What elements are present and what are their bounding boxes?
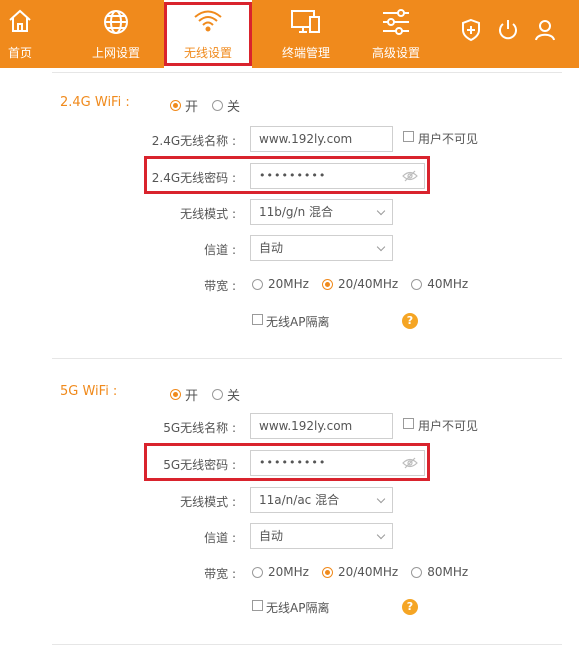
chevron-down-icon	[376, 530, 386, 540]
wifi5-password-value: •••••••••	[259, 456, 327, 469]
wifi24-ap-isolation-label: 无线AP隔离	[266, 315, 330, 329]
wifi24-switch: 开 关	[170, 96, 240, 115]
wifi24-bw-radio-2[interactable]	[411, 278, 423, 290]
home-icon	[9, 9, 31, 32]
wifi5-mode-value: 11a/n/ac 混合	[259, 493, 340, 507]
nav-label-advanced: 高级设置	[371, 46, 420, 60]
nav-item-internet[interactable]: 上网设置	[72, 0, 160, 68]
wifi5-hide-ssid-checkbox[interactable]	[403, 418, 414, 429]
divider	[52, 72, 562, 73]
wifi24-bandwidth-group: 20MHz 20/40MHz 40MHz	[252, 277, 468, 291]
section-title-24g: 2.4G WiFi :	[60, 95, 130, 110]
sliders-icon	[383, 9, 409, 35]
wifi5-off-label: 关	[227, 389, 241, 404]
wifi24-bw-label-1: 20/40MHz	[337, 277, 399, 291]
wifi24-password-label: 2.4G无线密码 :	[151, 171, 236, 185]
wifi24-hide-ssid-label: 用户不可见	[418, 132, 479, 146]
wifi24-channel-value: 自动	[259, 241, 284, 255]
wifi5-on-label: 开	[185, 389, 199, 404]
wifi5-ssid-label: 5G无线名称 :	[163, 421, 236, 435]
wifi24-on-label: 开	[185, 100, 199, 115]
wifi5-mode-select[interactable]: 11a/n/ac 混合	[250, 487, 393, 513]
wifi5-channel-label: 信道 :	[204, 531, 236, 545]
nav-label-internet: 上网设置	[91, 46, 140, 60]
wifi24-bw-radio-1[interactable]	[321, 278, 333, 290]
wifi24-ssid-label: 2.4G无线名称 :	[151, 134, 236, 148]
wifi24-password-input[interactable]: •••••••••	[250, 163, 425, 189]
wifi24-mode-value: 11b/g/n 混合	[259, 205, 334, 219]
eye-off-icon[interactable]	[402, 457, 418, 469]
wifi5-mode-label: 无线模式 :	[180, 495, 236, 509]
globe-icon	[104, 10, 128, 34]
wifi5-bw-label-2: 80MHz	[427, 565, 469, 579]
wifi5-switch: 开 关	[170, 385, 240, 404]
nav-label-devices: 终端管理	[281, 46, 330, 60]
wifi5-ap-isolation-checkbox[interactable]	[252, 600, 263, 611]
wifi-icon	[194, 10, 222, 32]
divider	[52, 358, 562, 359]
power-icon[interactable]	[496, 18, 520, 42]
chevron-down-icon	[376, 494, 386, 504]
wifi24-bandwidth-label: 带宽 :	[204, 279, 236, 293]
wifi24-on-radio[interactable]	[170, 100, 181, 111]
wifi5-ap-isolation-label: 无线AP隔离	[266, 601, 330, 615]
wifi24-bw-label-0: 20MHz	[268, 277, 309, 291]
wifi5-hide-ssid-label: 用户不可见	[418, 419, 479, 433]
wifi24-password-value: •••••••••	[259, 169, 327, 182]
wifi5-bw-radio-1[interactable]	[321, 566, 333, 578]
nav-item-advanced[interactable]: 高级设置	[352, 0, 440, 68]
wifi24-mode-select[interactable]: 11b/g/n 混合	[250, 199, 393, 225]
nav-item-home[interactable]: 首页	[0, 0, 40, 68]
wifi24-hide-ssid-checkbox[interactable]	[403, 131, 414, 142]
wifi24-mode-label: 无线模式 :	[180, 207, 236, 221]
wifi5-password-input[interactable]: •••••••••	[250, 450, 425, 476]
section-title-5g: 5G WiFi :	[60, 384, 118, 399]
eye-off-icon[interactable]	[402, 170, 418, 182]
wifi24-channel-select[interactable]: 自动	[250, 235, 393, 261]
wifi24-off-label: 关	[227, 100, 241, 115]
chevron-down-icon	[376, 206, 386, 216]
wifi5-off-radio[interactable]	[212, 389, 224, 400]
devices-icon	[291, 10, 320, 33]
divider	[52, 644, 562, 645]
top-nav: 首页 上网设置 无线设置 终端管理 高级设置	[0, 0, 579, 68]
wifi24-bw-radio-0[interactable]	[252, 278, 263, 290]
wifi5-bandwidth-label: 带宽 :	[204, 567, 236, 581]
wifi5-bw-label-1: 20/40MHz	[337, 565, 399, 579]
nav-item-devices[interactable]: 终端管理	[262, 0, 350, 68]
wifi5-channel-select[interactable]: 自动	[250, 523, 393, 549]
wifi24-channel-label: 信道 :	[204, 243, 236, 257]
wifi5-bw-radio-0[interactable]	[252, 566, 263, 578]
user-icon[interactable]	[533, 18, 557, 42]
nav-item-wireless[interactable]: 无线设置	[164, 0, 252, 68]
wifi24-ap-isolation-checkbox[interactable]	[252, 314, 263, 325]
wifi5-bw-label-0: 20MHz	[268, 565, 309, 579]
nav-label-home: 首页	[7, 46, 32, 60]
nav-label-wireless: 无线设置	[183, 46, 232, 60]
wifi5-password-label: 5G无线密码 :	[163, 458, 236, 472]
wifi24-ssid-input[interactable]: www.192ly.com	[250, 126, 393, 152]
wifi5-channel-value: 自动	[259, 529, 284, 543]
chevron-down-icon	[376, 242, 386, 252]
wifi5-ssid-input[interactable]: www.192ly.com	[250, 413, 393, 439]
help-icon[interactable]: ?	[402, 599, 418, 615]
help-icon[interactable]: ?	[402, 313, 418, 329]
shield-plus-icon[interactable]	[459, 18, 483, 42]
wifi5-on-radio[interactable]	[170, 389, 181, 400]
wifi5-bw-radio-2[interactable]	[411, 566, 423, 578]
wifi5-bandwidth-group: 20MHz 20/40MHz 80MHz	[252, 565, 468, 579]
wifi24-bw-label-2: 40MHz	[427, 277, 469, 291]
wifi24-off-radio[interactable]	[212, 100, 224, 111]
